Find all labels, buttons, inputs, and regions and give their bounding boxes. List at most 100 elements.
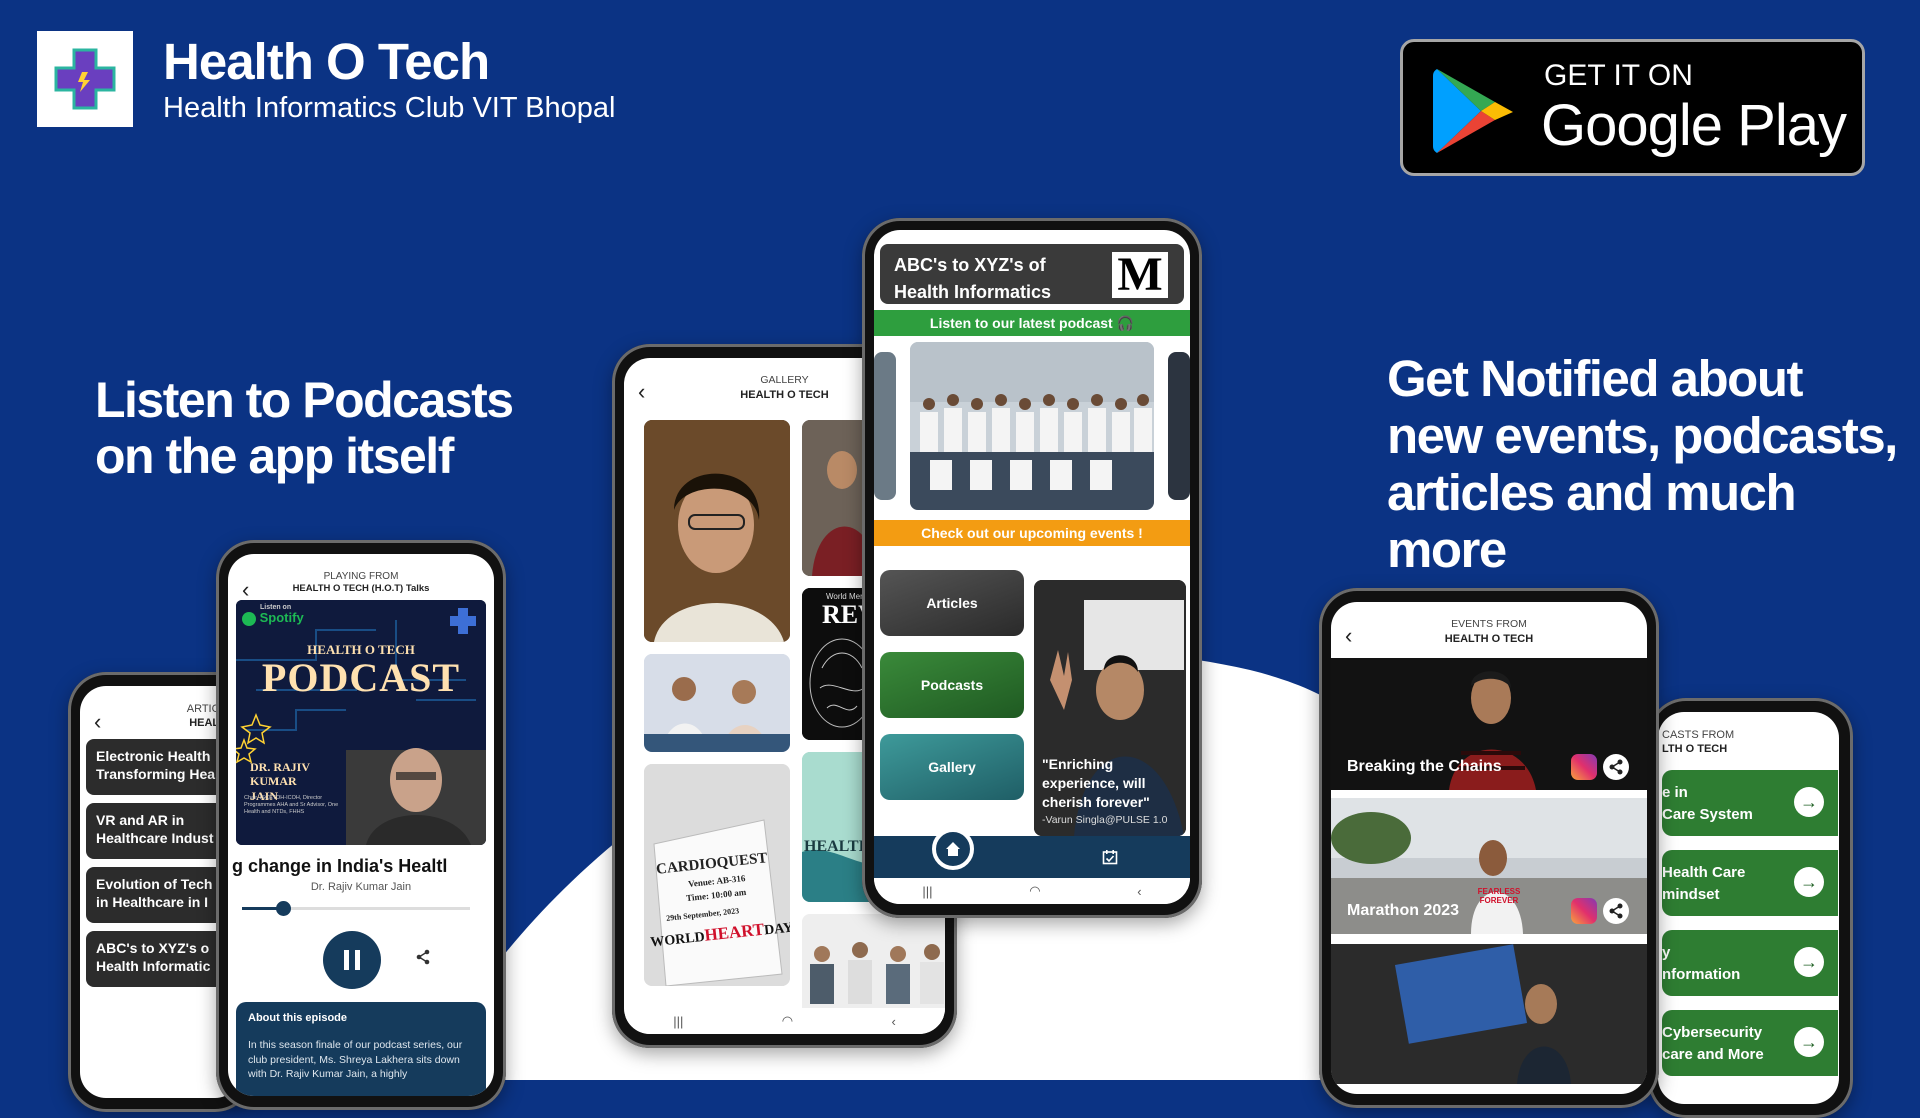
header-label: GALLERY [760,374,809,386]
about-text: In this season finale of our podcast ser… [248,1039,463,1081]
event-card[interactable]: FEARLESS FOREVER Marathon 2023 [1331,798,1647,934]
brand-subtitle: Health Informatics Club VIT Bhopal [163,92,616,124]
home-screen: ABC's to XYZ's of Health Informatics M L… [874,230,1190,904]
brand-title: Health O Tech [163,33,490,90]
headline-podcasts: Listen to Podcasts on the app itself [95,372,514,484]
back-icon[interactable]: ‹ [1345,622,1352,651]
google-play-badge[interactable]: GET IT ON Google Play [1400,39,1865,176]
event-card[interactable]: Breaking the Chains [1331,658,1647,790]
gallery-image[interactable] [644,420,790,642]
player-screen: ‹ PLAYING FROM HEALTH O TECH (H.O.T) Tal… [228,554,494,1096]
medical-cross-icon [54,48,116,110]
home-nav-icon[interactable]: ◠ [782,1013,793,1029]
back-nav-icon[interactable]: ‹ [891,1014,895,1029]
episode-host: Dr. Rajiv Kumar Jain [310,881,412,893]
article-title-line: in Healthcare in I [96,894,209,911]
testimonial-card[interactable]: "Enriching experience, will cherish fore… [1034,580,1186,836]
arrow-right-icon[interactable]: → [1794,787,1824,817]
podcast-icon: 🎧 [1116,315,1135,331]
arrow-right-icon[interactable]: → [1794,1027,1824,1057]
article-title-line: Health Informatic [96,958,211,975]
gallery-image[interactable] [644,654,790,752]
phone-podcast-player: ‹ PLAYING FROM HEALTH O TECH (H.O.T) Tal… [216,540,506,1110]
testimonial-author: -Varun Singla@PULSE 1.0 [1042,814,1168,826]
article-title-line: ABC's to XYZ's o [96,939,210,956]
events-strip[interactable]: Check out our upcoming events ! [874,520,1190,546]
progress-handle[interactable] [276,901,292,916]
podcast-cover-art: Listen on Spotify HEALTH O TECH PODCAST … [236,600,486,845]
share-icon[interactable] [1603,898,1629,924]
instagram-icon[interactable] [1571,898,1597,924]
article-title-line: VR and AR in [96,811,185,828]
share-icon[interactable] [415,949,431,970]
header-label: CASTS FROM [1662,729,1735,741]
recent-apps-icon[interactable]: ||| [673,1014,683,1029]
carousel-next-image[interactable] [1168,352,1190,500]
testimonial-quote: "Enriching experience, will cherish fore… [1042,756,1150,811]
back-nav-icon[interactable]: ‹ [1137,884,1141,899]
article-title-line: Evolution of Tech [96,875,213,892]
home-icon [946,842,960,856]
episode-title: g change in India's Healtl [232,856,448,876]
event-card[interactable] [1331,944,1647,1084]
article-title-line: Healthcare Indust [96,830,214,847]
back-icon[interactable]: ‹ [94,708,101,737]
bottom-tab-bar [874,828,1190,878]
podcast-strip[interactable]: Listen to our latest podcast 🎧 [874,310,1190,336]
recent-apps-icon[interactable]: ||| [922,884,932,899]
list-item[interactable]: Cybersecurity care and More → [1662,1010,1838,1076]
header-title: HEALTH [189,717,233,730]
headline-notifications: Get Notified about new events, podcasts,… [1387,350,1898,579]
article-title-line: Transforming Hea [96,766,216,783]
tile-articles[interactable]: Articles [880,570,1024,636]
spotify-logo: Listen on Spotify [242,604,304,626]
instagram-icon[interactable] [1571,754,1597,780]
pause-icon [344,950,360,970]
home-nav-icon[interactable]: ◠ [1029,883,1040,899]
featured-article-banner[interactable]: ABC's to XYZ's of Health Informatics M [880,244,1184,304]
podcast-carousel-image[interactable] [910,342,1154,510]
header-label: EVENTS FROM [1451,618,1527,630]
medical-cross-icon [450,608,476,634]
calendar-tab-button[interactable] [1102,849,1118,870]
system-navbar: ||| ◠ ‹ [624,1008,945,1034]
header-title: LTH O TECH [1662,743,1728,756]
header-title: HEALTH O TECH (H.O.T) Talks [292,583,430,594]
shirt-text: FEARLESS FOREVER [1477,887,1521,905]
share-icon[interactable] [1603,754,1629,780]
carousel-prev-image[interactable] [874,352,896,500]
arrow-right-icon[interactable]: → [1794,867,1824,897]
brand-logo [37,31,133,127]
home-tab-button[interactable] [932,828,974,870]
about-episode-panel: About this episode In this season finale… [236,1002,486,1096]
health-label: HEALTI [804,838,865,855]
back-icon[interactable]: ‹ [638,378,645,407]
phone-podcasts-list: CASTS FROM LTH O TECH e in Care System →… [1648,698,1853,1118]
event-title: Marathon 2023 [1347,902,1460,919]
podcast-word: PODCAST [261,655,461,700]
badge-big-text: Google Play [1541,93,1847,158]
tile-gallery[interactable]: Gallery [880,734,1024,800]
calendar-icon [1102,850,1118,865]
list-item[interactable]: Health Care mindset → [1662,850,1838,916]
header-label: PLAYING FROM [323,571,399,582]
list-item[interactable]: e in Care System → [1662,770,1838,836]
header-title: HEALTH O TECH [1444,632,1534,645]
phone-home: ABC's to XYZ's of Health Informatics M L… [862,218,1202,918]
guest-bio: Chair, ISCETOH-ICOH, Director Programmes… [244,795,339,816]
badge-small-text: GET IT ON [1544,59,1693,92]
podcast-strip-label: Listen to our latest podcast [929,315,1113,331]
podcasts-list-screen: CASTS FROM LTH O TECH e in Care System →… [1658,712,1839,1104]
event-title: Breaking the Chains [1347,758,1502,775]
tile-podcasts[interactable]: Podcasts [880,652,1024,718]
arrow-right-icon[interactable]: → [1794,947,1824,977]
events-screen: ‹ EVENTS FROM HEALTH O TECH Breaking the… [1331,602,1647,1094]
system-navbar: ||| ◠ ‹ [874,878,1190,904]
gallery-image[interactable]: CARDIOQUEST Venue: AB-316 Time: 10:00 am… [644,764,790,986]
medium-logo: M [1112,251,1168,299]
pause-button[interactable] [323,931,381,989]
article-title-line: Electronic Health [96,747,211,764]
about-title: About this episode [248,1012,347,1024]
list-item[interactable]: y nformation → [1662,930,1838,996]
google-play-icon [1433,69,1513,153]
